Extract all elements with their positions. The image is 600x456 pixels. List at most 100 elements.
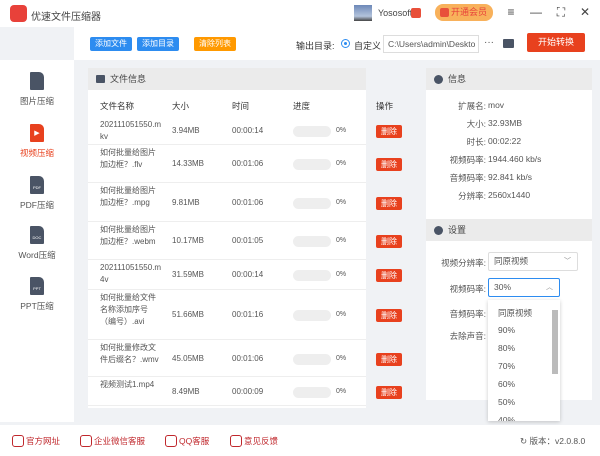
- menu-icon[interactable]: ≡: [503, 5, 519, 19]
- dropdown-scrollbar[interactable]: [552, 310, 558, 374]
- info-label: 时长:: [466, 137, 486, 147]
- info-label: 视频码率:: [449, 155, 486, 165]
- file-size: 31.59MB: [172, 270, 205, 279]
- file-panel-header: 文件信息: [88, 68, 366, 90]
- col-name: 文件名称: [100, 101, 135, 111]
- file-name: 如何批量给图片加边框？.mpg: [100, 186, 156, 207]
- delete-button[interactable]: 删除: [376, 269, 402, 282]
- info-label: 分辨率:: [458, 191, 486, 201]
- bitrate-label: 视频码率:: [449, 284, 486, 294]
- nav-label: 图片压缩: [19, 96, 54, 106]
- file-name: 202111051550.m4v: [100, 263, 162, 284]
- ppt-file-icon: PPT: [30, 277, 44, 295]
- doc-file-icon: DOC: [30, 226, 44, 244]
- maximize-icon[interactable]: ⛶: [553, 5, 569, 20]
- delete-button[interactable]: 删除: [376, 196, 402, 210]
- table-row: 202111051550.m4v 31.59MB 00:00:14 0% 删除: [88, 260, 402, 290]
- vip-button[interactable]: 开通会员: [435, 4, 493, 21]
- delete-button[interactable]: 删除: [376, 158, 402, 171]
- progress-bar: [293, 310, 331, 321]
- progress-text: 0%: [336, 160, 347, 167]
- bitrate-option[interactable]: 40%: [498, 415, 515, 421]
- clear-list-button[interactable]: 清除列表: [194, 37, 236, 51]
- table-row: 如何批量修改文件后缀名？.wmv 45.05MB 00:01:06 0% 删除: [88, 340, 402, 377]
- info-label: 扩展名:: [458, 101, 486, 111]
- image-icon: [96, 75, 105, 83]
- progress-text: 0%: [336, 271, 347, 278]
- chevron-up-icon: ︿: [546, 284, 553, 291]
- file-time: 00:01:16: [232, 310, 264, 319]
- delete-button[interactable]: 删除: [376, 235, 402, 248]
- progress-text: 0%: [336, 127, 347, 134]
- avatar[interactable]: [354, 5, 372, 21]
- file-time: 00:01:05: [232, 236, 264, 245]
- file-size: 14.33MB: [172, 159, 205, 168]
- bitrate-option[interactable]: 80%: [498, 343, 515, 353]
- resolution-select[interactable]: 同原视频 ﹀: [488, 252, 578, 271]
- app-logo-icon: [10, 5, 27, 22]
- custom-radio[interactable]: [341, 39, 350, 48]
- wechat-support-link[interactable]: 企业微信客服: [80, 435, 145, 447]
- col-size: 大小: [172, 101, 190, 111]
- feedback-link[interactable]: 意见反馈: [230, 435, 278, 447]
- mute-label: 去除声音:: [449, 331, 486, 341]
- select-value: 同原视频: [494, 256, 529, 266]
- audio-bitrate-label: 音频码率:: [449, 309, 486, 319]
- close-icon[interactable]: ✕: [577, 5, 593, 19]
- file-size: 10.17MB: [172, 236, 205, 245]
- delete-button[interactable]: 删除: [376, 309, 402, 322]
- file-time: 00:00:09: [232, 386, 264, 396]
- delete-button[interactable]: 删除: [376, 385, 402, 399]
- gear-icon: [434, 226, 443, 235]
- bitrate-option[interactable]: 50%: [498, 397, 515, 407]
- website-link[interactable]: 官方网址: [12, 435, 60, 447]
- file-time: 00:01:06: [232, 159, 264, 168]
- sidebar-item-pdf[interactable]: PDF PDF压缩: [0, 176, 74, 211]
- panel-title: 设置: [448, 225, 467, 235]
- folder-icon[interactable]: [503, 39, 514, 48]
- file-time: 00:00:14: [232, 126, 264, 135]
- output-label: 输出目录:: [296, 41, 335, 51]
- start-button[interactable]: 开始转换: [527, 33, 585, 52]
- file-name: 如何批量给文件名称添加序号（编号）.avi: [100, 293, 156, 326]
- file-time: 00:01:06: [232, 353, 264, 363]
- delete-button[interactable]: 删除: [376, 125, 402, 138]
- progress-text: 0%: [336, 198, 347, 206]
- bitrate-option[interactable]: 70%: [498, 361, 515, 371]
- bitrate-option[interactable]: 60%: [498, 379, 515, 389]
- username[interactable]: Yososoft: [378, 8, 412, 18]
- file-size: 8.49MB: [172, 386, 200, 396]
- file-time: 00:01:06: [232, 197, 264, 207]
- minimize-icon[interactable]: —: [528, 5, 544, 19]
- custom-label[interactable]: 自定义: [354, 39, 381, 52]
- select-value: 30%: [494, 282, 512, 292]
- info-panel-header: 信息: [426, 68, 592, 90]
- info-value: 00:02:22: [488, 136, 522, 146]
- video-file-icon: ▶: [30, 124, 44, 142]
- progress-bar: [293, 236, 331, 247]
- table-row: 如何批量给图片加边框？.mpg 9.81MB 00:01:06 0% 删除: [88, 183, 402, 222]
- resolution-label: 视频分辨率:: [441, 258, 486, 268]
- add-dir-button[interactable]: 添加目录: [137, 37, 179, 51]
- sidebar-item-word[interactable]: DOC Word压缩: [0, 226, 74, 261]
- info-value: 1944.460 kb/s: [488, 154, 542, 164]
- file-time: 00:00:14: [232, 270, 264, 279]
- sidebar-item-ppt[interactable]: PPT PPT压缩: [0, 277, 74, 312]
- table-row: 如何批量给图片加边框？.flv 14.33MB 00:01:06 0% 删除: [88, 145, 402, 183]
- browse-button[interactable]: ···: [484, 37, 494, 48]
- output-path-input[interactable]: C:\Users\admin\Deskto: [383, 35, 479, 53]
- bitrate-option[interactable]: 90%: [498, 325, 515, 335]
- delete-button[interactable]: 删除: [376, 352, 402, 366]
- nav-label: PPT压缩: [20, 301, 54, 311]
- file-name: 视频测试1.mp4: [100, 380, 155, 389]
- bitrate-option[interactable]: 同原视频: [498, 307, 532, 319]
- file-name: 如何批量给图片加边框？.flv: [100, 148, 156, 169]
- col-progress: 进度: [293, 101, 311, 111]
- qq-support-link[interactable]: QQ客服: [165, 435, 209, 447]
- sidebar-item-image[interactable]: 图片压缩: [0, 72, 74, 107]
- add-file-button[interactable]: 添加文件: [90, 37, 132, 51]
- nav-label: PDF压缩: [19, 200, 54, 210]
- sidebar-item-video[interactable]: ▶ 视频压缩: [0, 124, 74, 159]
- info-value: 2560x1440: [488, 190, 531, 200]
- bitrate-select[interactable]: 30% ︿: [488, 278, 560, 297]
